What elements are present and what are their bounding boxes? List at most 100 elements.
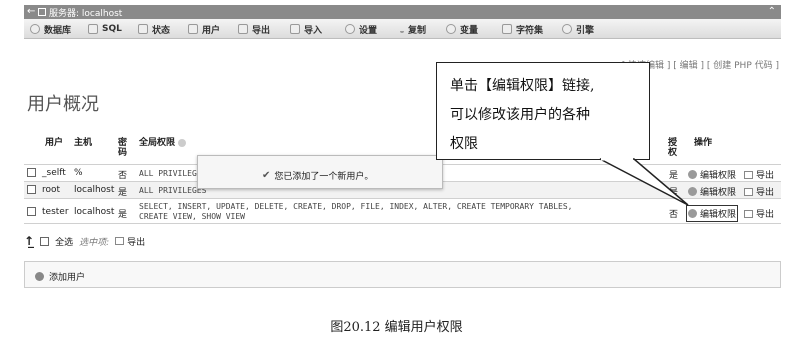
cell-privileges-line2: CREATE VIEW, SHOW VIEW [139, 212, 245, 221]
export-icon [744, 187, 753, 196]
export-icon [238, 24, 248, 34]
annotation-callout: 单击【编辑权限】链接, 可以修改该用户的各种 权限 [436, 62, 650, 160]
notice-message: ✔ 您已添加了一个新用户。 [262, 169, 373, 182]
status-icon [138, 24, 148, 34]
cell-grant: 否 [669, 210, 679, 220]
cell-user: tester [42, 207, 69, 217]
add-user-panel: 添加用户 [24, 261, 781, 288]
cell-privileges-line1: SELECT, INSERT, UPDATE, DELETE, CREATE, … [139, 202, 573, 211]
edit-label: 编辑权限 [700, 171, 737, 181]
tab-label: 引擎 [576, 25, 595, 36]
header-label: 全局权限 [139, 138, 176, 148]
arrow-up-icon: ↑̲ [24, 234, 35, 248]
export-icon [744, 209, 753, 218]
success-notice: ✔ 您已添加了一个新用户。 [197, 155, 443, 189]
back-icon[interactable]: ← [27, 6, 35, 17]
tab-label: 变量 [460, 25, 479, 36]
cell-host: localhost [74, 185, 115, 195]
variables-icon [446, 24, 456, 34]
collapse-icon[interactable]: ⌃ [768, 6, 776, 17]
tab-label: 复制 [408, 25, 427, 36]
database-icon [30, 24, 40, 34]
cell-user: root [42, 185, 61, 195]
tab-export[interactable]: 导出 [238, 22, 270, 36]
tab-label: 设置 [359, 25, 378, 36]
export-link[interactable]: 导出 [744, 168, 774, 181]
row-checkbox[interactable] [27, 185, 36, 197]
tab-label: 字符集 [516, 25, 544, 36]
cell-host: % [74, 168, 83, 178]
bulk-export-button[interactable]: 导出 [115, 235, 145, 248]
users-icon [188, 24, 198, 34]
export-label: 导出 [756, 171, 775, 181]
tab-bar: 数据库 SQL 状态 用户 导出 导入 设置 复制 变量 字符集 引擎 [24, 19, 781, 39]
tab-label: 导入 [304, 25, 323, 36]
header-grant: 授权 [668, 138, 678, 158]
table-row: tester localhost 是 SELECT, INSERT, UPDAT… [24, 198, 781, 224]
callout-line-3: 权限 [450, 136, 478, 152]
header-host: 主机 [74, 138, 93, 148]
check-all-label[interactable]: 全选 [55, 235, 73, 248]
tab-variables[interactable]: 变量 [446, 22, 478, 36]
window-title: 服务器: localhost [49, 9, 123, 19]
server-icon [38, 8, 46, 16]
tab-users[interactable]: 用户 [188, 22, 220, 36]
edit-privileges-link-highlighted[interactable]: 编辑权限 [685, 205, 739, 222]
replication-icon [400, 25, 404, 33]
edit-privileges-icon [688, 187, 697, 196]
tab-label: 导出 [252, 25, 271, 36]
callout-line-1: 单击【编辑权限】链接, [450, 78, 595, 94]
tab-engines[interactable]: 引擎 [562, 22, 594, 36]
tab-label: SQL [102, 24, 122, 34]
export-link[interactable]: 导出 [744, 207, 774, 220]
header-global-privileges: 全局权限 [139, 138, 187, 148]
tab-label: 数据库 [44, 25, 72, 36]
add-user-icon [35, 272, 44, 281]
tab-label: 状态 [152, 25, 171, 36]
tab-status[interactable]: 状态 [138, 22, 170, 36]
edit-label: 编辑权限 [700, 188, 737, 198]
tab-charsets[interactable]: 字符集 [502, 22, 543, 36]
cell-password: 是 [118, 210, 128, 220]
cell-user: _selft [42, 168, 66, 178]
sql-icon [88, 24, 98, 34]
charset-icon [502, 24, 512, 34]
add-user-link[interactable]: 添加用户 [35, 270, 85, 283]
page-title: 用户概况 [27, 94, 99, 115]
notice-text: 您已添加了一个新用户。 [274, 172, 374, 182]
check-icon: ✔ [262, 170, 271, 181]
title-bar: ← 服务器: localhost ⌃ [24, 5, 781, 19]
edit-label: 编辑权限 [700, 210, 737, 220]
help-icon[interactable] [178, 138, 187, 147]
edit-privileges-link[interactable]: 编辑权限 [688, 185, 736, 198]
bulk-actions: ↑̲ 全选 选中项: 导出 [24, 234, 145, 248]
export-label: 导出 [756, 210, 775, 220]
header-action: 操作 [694, 138, 713, 148]
header-user: 用户 [45, 138, 64, 148]
tab-databases[interactable]: 数据库 [30, 22, 71, 36]
settings-icon [345, 24, 355, 34]
export-label: 导出 [756, 188, 775, 198]
row-checkbox[interactable] [27, 168, 36, 180]
tab-settings[interactable]: 设置 [345, 22, 377, 36]
figure-caption: 图20.12 编辑用户权限 [330, 320, 463, 335]
edit-privileges-link[interactable]: 编辑权限 [688, 168, 736, 181]
with-selected-label: 选中项: [79, 237, 110, 248]
tab-sql[interactable]: SQL [88, 22, 122, 36]
add-user-label: 添加用户 [49, 273, 86, 283]
export-icon [115, 237, 125, 245]
check-all-checkbox[interactable] [40, 236, 50, 246]
edit-privileges-icon [688, 209, 697, 218]
engines-icon [562, 24, 572, 34]
callout-line-2: 可以修改该用户的各种 [450, 107, 590, 123]
tab-label: 用户 [202, 25, 221, 36]
edit-privileges-icon [688, 170, 697, 179]
tab-replication[interactable]: 复制 [400, 22, 426, 36]
row-checkbox[interactable] [27, 207, 36, 219]
import-icon [290, 24, 300, 34]
export-link[interactable]: 导出 [744, 185, 774, 198]
tab-import[interactable]: 导入 [290, 22, 322, 36]
export-icon [744, 170, 753, 179]
cell-password: 否 [118, 171, 128, 181]
cell-grant: 是 [669, 171, 679, 181]
